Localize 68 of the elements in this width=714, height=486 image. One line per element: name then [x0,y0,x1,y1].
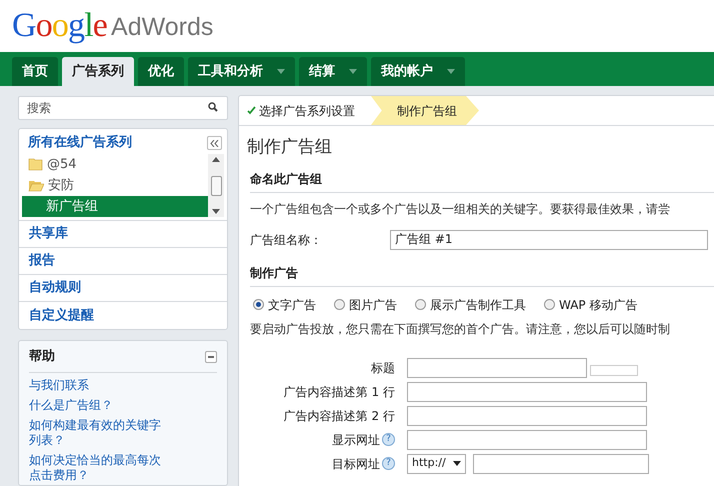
caret-icon [212,157,220,162]
section-heading: 制作广告 [250,264,714,286]
help-link[interactable]: 什么是广告组？ [29,398,167,412]
protocol-dropdown[interactable]: http:// [407,454,466,474]
section-description: 要启动广告投放，您只需在下面撰写您的首个广告。请注意，您以后可以随时制 [250,320,671,338]
caret-icon [349,69,357,74]
help-title: 帮助 [29,348,55,366]
sidebar-link[interactable]: 自动规则 [29,278,81,298]
text-field[interactable] [407,430,647,450]
folder-icon [28,158,43,171]
field-label: 广告组名称： [250,232,323,248]
help-link[interactable]: 如何构建最有效的关键字列表？ [29,418,167,448]
minus-icon [208,356,214,358]
help-icon[interactable]: ? [382,457,395,470]
character-counter [590,365,638,376]
radio-button[interactable] [334,299,345,310]
section-heading: 命名此广告组 [250,170,714,192]
nav-tab[interactable]: 结算 [299,57,367,86]
ad-group-name-field[interactable]: 广告组 #1 [390,230,708,250]
logo: Google [12,9,108,43]
campaign-tree-item[interactable]: 新广告组 [22,196,208,217]
text-field[interactable] [407,406,647,426]
text-field[interactable] [407,382,647,402]
url-field[interactable] [473,454,649,474]
wizard-step: 选择广告系列设置 [247,96,371,125]
search-field[interactable]: 搜索 [18,96,228,120]
sidebar-link[interactable]: 共享库 [29,224,68,244]
collapse-button[interactable] [205,350,217,363]
collapse-button[interactable] [207,136,222,150]
headline-field[interactable] [407,358,587,378]
field-label: 目标网址 [332,456,380,472]
help-link[interactable]: 如何决定恰当的最高每次点击费用？ [29,452,167,482]
radio-button[interactable] [544,299,555,310]
campaign-tree-item[interactable]: 安防 [22,175,208,196]
nav-tab[interactable]: 广告系列 [62,57,134,86]
ad-type-radio[interactable]: WAP 移动广告 [544,296,638,314]
radio-button[interactable] [415,299,426,310]
campaign-tree-item[interactable]: @54 [22,154,208,175]
page-title: 制作广告组 [247,136,333,159]
sidebar-link[interactable]: 报告 [29,251,55,271]
ad-type-radio[interactable]: 文字广告 [253,296,316,314]
wizard-step: 制作广告组 [371,96,479,125]
help-icon[interactable]: ? [382,433,395,446]
caret-icon [212,209,220,214]
check-icon [247,106,256,115]
scrollbar[interactable] [208,154,224,217]
caret-icon [277,69,285,74]
nav-tab[interactable]: 我的帐户 [371,57,465,86]
caret-icon [447,69,455,74]
search-icon[interactable] [208,102,218,112]
nav-tab[interactable]: 首页 [12,57,58,86]
help-link[interactable]: 与我们联系 [29,378,167,392]
campaigns-title[interactable]: 所有在线广告系列 [28,133,132,153]
ad-type-radio[interactable]: 图片广告 [334,296,397,314]
field-label: 广告内容描述第 2 行 [284,408,395,424]
nav-tab[interactable]: 工具和分析 [188,57,295,86]
field-label: 广告内容描述第 1 行 [284,384,395,400]
field-label: 标题 [371,360,395,376]
field-label: 显示网址 [332,432,380,448]
caret-icon [453,461,461,466]
nav-tab[interactable]: 优化 [138,57,184,86]
ad-type-radio[interactable]: 展示广告制作工具 [415,296,526,314]
product-name: AdWords [111,12,214,44]
open-folder-icon [28,179,44,192]
double-chevron-icon [210,140,219,146]
radio-button[interactable] [253,299,264,310]
section-description: 一个广告组包含一个或多个广告以及一组相关的关键字。要获得最佳效果，请尝 [250,200,671,218]
sidebar-link[interactable]: 自定义提醒 [29,306,94,326]
